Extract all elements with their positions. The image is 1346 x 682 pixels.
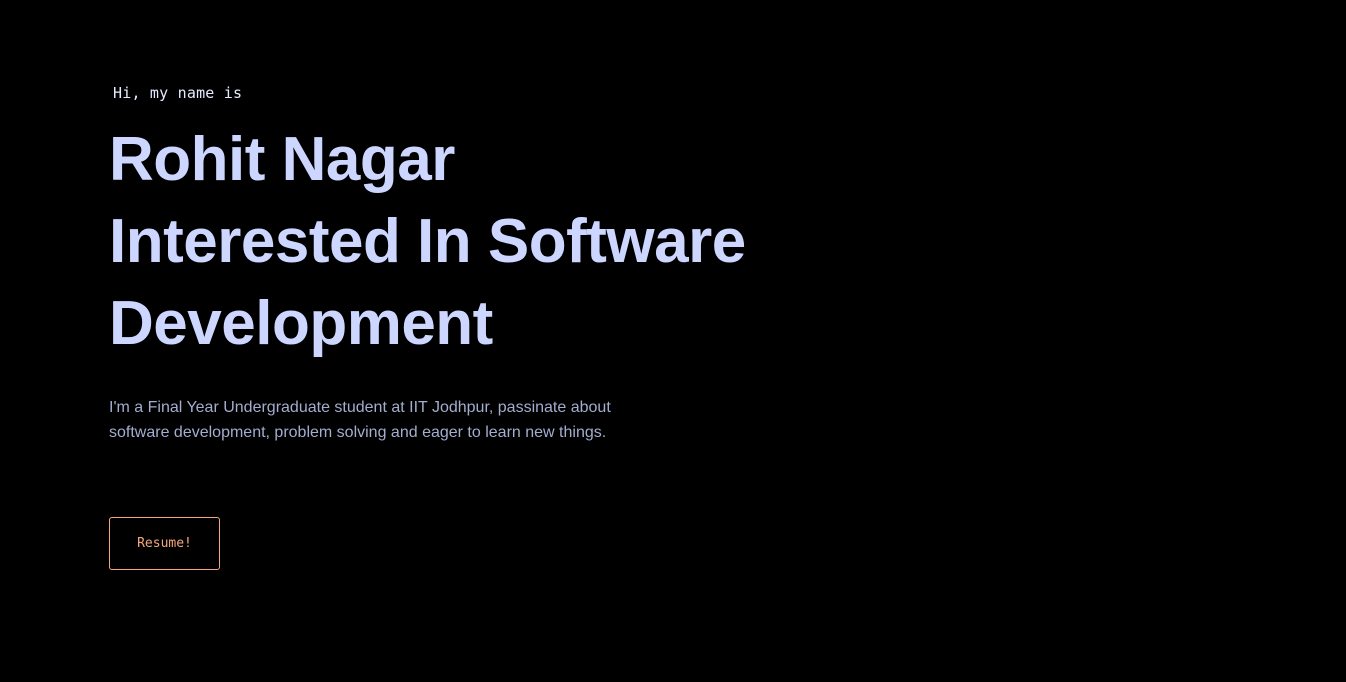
resume-button[interactable]: Resume! (109, 517, 220, 570)
greeting-text: Hi, my name is (113, 84, 243, 102)
name-heading: Rohit Nagar (109, 125, 455, 194)
tagline-line-2: Development (109, 289, 493, 358)
bio-paragraph: I'm a Final Year Undergraduate student a… (109, 399, 611, 441)
hero-section: Hi, my name is Rohit Nagar Interested In… (109, 80, 869, 445)
hero-headline: Rohit Nagar Interested In Software Devel… (109, 119, 869, 365)
portfolio-page: Hi, my name is Rohit Nagar Interested In… (0, 0, 1346, 682)
tagline-line-1: Interested In Software (109, 207, 746, 276)
